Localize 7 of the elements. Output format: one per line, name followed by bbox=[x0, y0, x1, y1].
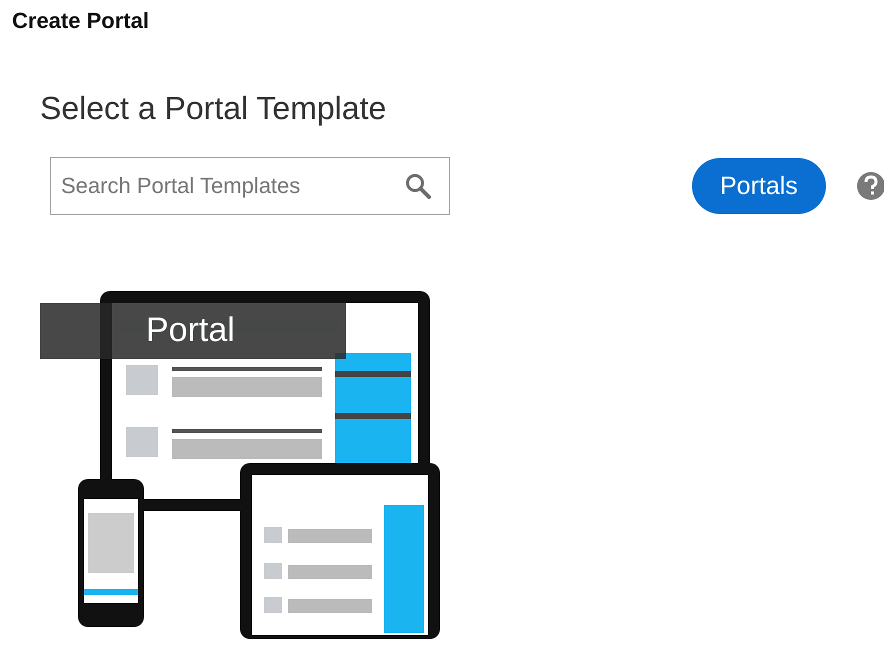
section-heading: Select a Portal Template bbox=[40, 90, 388, 127]
help-icon[interactable] bbox=[856, 171, 884, 201]
portals-button[interactable]: Portals bbox=[692, 158, 826, 214]
template-label: Portal bbox=[40, 303, 346, 359]
page-title: Create Portal bbox=[12, 8, 150, 34]
search-icon[interactable] bbox=[404, 172, 432, 200]
search-field[interactable]: Search Portal Templates bbox=[50, 157, 450, 215]
